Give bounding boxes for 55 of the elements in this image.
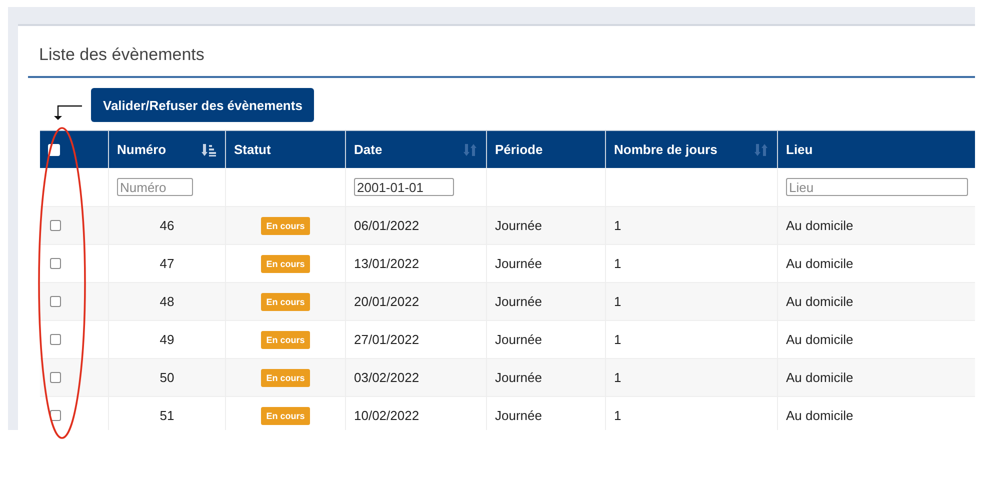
- status-badge: En cours: [261, 330, 310, 348]
- table-cell: 46: [160, 218, 174, 233]
- table-cell: 1: [614, 256, 622, 271]
- table-cell: Journée: [495, 294, 542, 309]
- table-cell: 50: [160, 370, 174, 385]
- filter-field[interactable]: 2001-01-01: [354, 178, 454, 196]
- sort-icon[interactable]: [201, 142, 217, 158]
- column-header[interactable]: Statut: [234, 142, 271, 157]
- status-badge: En cours: [261, 254, 310, 272]
- table-cell: Au domicile: [786, 256, 854, 271]
- column-header[interactable]: Date: [354, 142, 382, 157]
- table-cell: 1: [614, 370, 622, 385]
- table-cell: Au domicile: [786, 218, 854, 233]
- row-checkbox[interactable]: [50, 220, 61, 231]
- table-cell: Au domicile: [786, 332, 854, 347]
- row-checkbox[interactable]: [50, 410, 61, 421]
- column-header[interactable]: Lieu: [786, 142, 813, 157]
- table-cell: 1: [614, 218, 622, 233]
- table-cell: Au domicile: [786, 370, 854, 385]
- status-badge: En cours: [261, 406, 310, 424]
- table-cell: 10/02/2022: [354, 408, 420, 423]
- table-cell: 06/01/2022: [354, 218, 420, 233]
- table-cell: Journée: [495, 332, 542, 347]
- table-cell: Journée: [495, 218, 542, 233]
- column-header[interactable]: Nombre de jours: [614, 142, 718, 157]
- validate-button[interactable]: Valider/Refuser des évènements: [91, 88, 314, 122]
- row-checkbox[interactable]: [50, 334, 61, 345]
- column-header[interactable]: Numéro: [117, 142, 166, 157]
- table-cell: 48: [160, 294, 174, 309]
- annotation-arrow: [54, 105, 82, 120]
- filter-field[interactable]: Lieu: [786, 178, 968, 196]
- row-checkbox[interactable]: [50, 258, 61, 269]
- table-cell: 49: [160, 332, 174, 347]
- table-cell: 47: [160, 256, 174, 271]
- filter-field[interactable]: Numéro: [117, 178, 193, 196]
- table-cell: Journée: [495, 256, 542, 271]
- table-cell: 1: [614, 332, 622, 347]
- table-cell: Au domicile: [786, 294, 854, 309]
- table-cell: Journée: [495, 370, 542, 385]
- status-badge: En cours: [261, 292, 310, 310]
- table-cell: 1: [614, 294, 622, 309]
- table-cell: 1: [614, 408, 622, 423]
- table-cell: Journée: [495, 408, 542, 423]
- table-cell: 13/01/2022: [354, 256, 420, 271]
- status-badge: En cours: [261, 216, 310, 234]
- row-checkbox[interactable]: [50, 296, 61, 307]
- table-cell: 20/01/2022: [354, 294, 420, 309]
- table-cell: 51: [160, 408, 174, 423]
- column-header[interactable]: Période: [495, 142, 543, 157]
- table-cell: 03/02/2022: [354, 370, 420, 385]
- table-cell: Au domicile: [786, 408, 854, 423]
- row-checkbox[interactable]: [50, 372, 61, 383]
- panel-title: Liste des évènements: [38, 44, 206, 66]
- status-badge: En cours: [261, 368, 310, 386]
- table-cell: 27/01/2022: [354, 332, 420, 347]
